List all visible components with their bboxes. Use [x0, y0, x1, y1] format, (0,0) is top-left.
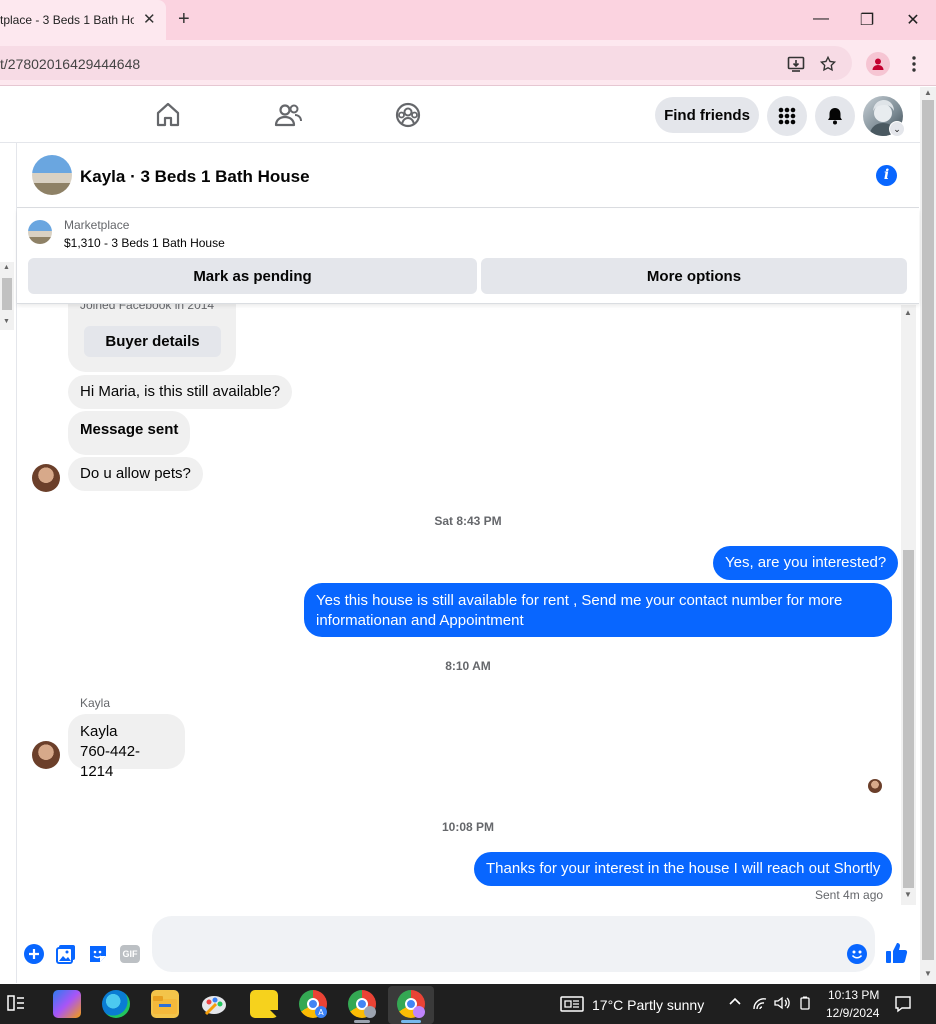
scroll-down-arrow-icon[interactable]: ▼ — [924, 969, 932, 978]
install-app-icon[interactable] — [785, 53, 807, 75]
page-scrollbar-thumb[interactable] — [922, 100, 934, 960]
clock-date[interactable]: 12/9/2024 — [826, 1006, 879, 1020]
tab-title: tplace - 3 Beds 1 Bath Ho — [0, 13, 134, 27]
more-options-button[interactable]: More options — [481, 258, 907, 294]
message-line: Kayla — [80, 723, 118, 740]
mark-as-pending-button[interactable]: Mark as pending — [28, 258, 477, 294]
minimize-button[interactable]: — — [806, 10, 836, 28]
close-window-button[interactable]: ✕ — [898, 10, 928, 30]
message-bubble-incoming[interactable]: Do u allow pets? — [68, 457, 203, 491]
message-bubble-outgoing[interactable]: Yes this house is still available for re… — [304, 583, 892, 637]
bookmark-star-icon[interactable] — [817, 53, 839, 75]
account-menu-chevron-icon[interactable]: ⌄ — [889, 121, 905, 137]
conversation-title[interactable]: Kayla · 3 Beds 1 Bath House — [80, 167, 310, 187]
notifications-bell-icon[interactable] — [815, 96, 855, 136]
find-friends-button[interactable]: Find friends — [655, 97, 759, 133]
photo-icon[interactable] — [56, 944, 76, 964]
scroll-up-arrow-icon[interactable]: ▲ — [904, 308, 912, 317]
copilot-app-icon[interactable] — [53, 990, 81, 1018]
paint-app-icon[interactable] — [200, 990, 228, 1018]
sender-avatar[interactable] — [32, 741, 60, 769]
clock-time[interactable]: 10:13 PM — [828, 988, 879, 1002]
scroll-down-arrow-icon[interactable]: ▼ — [904, 890, 912, 899]
like-icon[interactable] — [885, 941, 909, 965]
chat-scrollbar-thumb[interactable] — [903, 550, 914, 888]
active-indicator — [401, 1020, 421, 1023]
notification-center-icon[interactable] — [894, 995, 912, 1018]
scroll-up-arrow-icon[interactable]: ▲ — [924, 88, 932, 97]
task-view-icon[interactable] — [7, 994, 25, 1017]
buyer-details-button[interactable]: Buyer details — [84, 326, 221, 357]
battery-icon[interactable] — [798, 996, 812, 1013]
left-scrollbar-thumb[interactable] — [2, 278, 12, 310]
timestamp: Sat 8:43 PM — [434, 514, 502, 528]
wifi-icon[interactable] — [752, 996, 768, 1013]
timestamp: 10:08 PM — [441, 820, 495, 834]
edge-browser-icon[interactable] — [102, 990, 130, 1018]
message-input[interactable] — [152, 916, 875, 972]
new-tab-button[interactable]: + — [178, 8, 190, 31]
browser-menu-icon[interactable] — [903, 53, 925, 75]
listing-thumbnail[interactable] — [32, 155, 72, 195]
chrome-profile-a-icon[interactable]: A — [299, 990, 327, 1018]
seen-receipt-avatar — [868, 779, 882, 793]
running-indicator — [354, 1020, 370, 1023]
sticker-icon[interactable] — [88, 944, 108, 964]
sent-status: Sent 4m ago — [815, 888, 884, 902]
url-text[interactable]: t/27802016429444648 — [0, 56, 140, 72]
listing-price-title[interactable]: $1,310 - 3 Beds 1 Bath House — [64, 236, 225, 250]
timestamp: 8:10 AM — [445, 659, 491, 673]
chrome-profile-2-icon[interactable] — [348, 990, 376, 1018]
windows-taskbar — [0, 984, 936, 1024]
svg-text:A: A — [318, 1008, 324, 1017]
weather-text[interactable]: 17°C Partly sunny — [592, 997, 704, 1013]
message-line: 760-442-1214 — [80, 743, 141, 780]
marketplace-listing-thumbnail[interactable] — [28, 220, 52, 244]
message-bubble-incoming[interactable]: Kayla 760-442-1214 — [68, 714, 185, 780]
scroll-up-arrow-icon[interactable]: ▲ — [3, 264, 10, 271]
tab-close-icon[interactable]: ✕ — [143, 10, 156, 28]
friends-icon[interactable] — [273, 100, 303, 130]
groups-icon[interactable] — [393, 100, 423, 130]
emoji-icon[interactable] — [847, 944, 867, 964]
apps-grid-icon[interactable] — [767, 96, 807, 136]
message-bubble-incoming[interactable]: Hi Maria, is this still available? — [68, 375, 293, 409]
show-hidden-icons-chevron-icon[interactable] — [728, 994, 742, 1011]
gif-icon[interactable]: GIF — [120, 945, 140, 963]
message-bubble-outgoing[interactable]: Yes, are you interested? — [713, 546, 899, 580]
home-icon[interactable] — [153, 100, 183, 130]
message-bubble-incoming[interactable]: Message sent — [68, 411, 191, 455]
sender-name: Kayla — [80, 696, 111, 710]
add-icon[interactable] — [24, 944, 44, 964]
volume-icon[interactable] — [774, 996, 790, 1013]
info-icon[interactable]: i — [876, 165, 897, 186]
file-explorer-icon[interactable] — [151, 990, 179, 1018]
browser-profile-icon[interactable] — [866, 52, 890, 76]
sticky-notes-icon[interactable] — [250, 990, 278, 1018]
marketplace-label: Marketplace — [64, 218, 130, 232]
restore-button[interactable]: ❐ — [852, 10, 882, 30]
weather-icon[interactable] — [560, 995, 584, 1018]
scroll-down-arrow-icon[interactable]: ▼ — [3, 318, 10, 325]
chrome-profile-3-icon[interactable] — [397, 990, 425, 1018]
message-bubble-outgoing[interactable]: Thanks for your interest in the house I … — [474, 852, 893, 886]
sender-avatar[interactable] — [32, 464, 60, 492]
